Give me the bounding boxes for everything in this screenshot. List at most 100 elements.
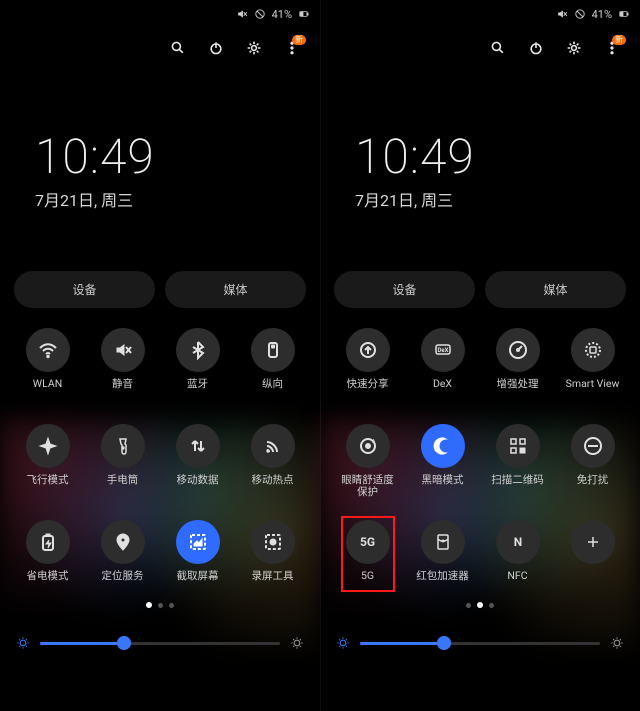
tile-moon[interactable]: 黑暗模式 xyxy=(405,424,480,498)
brightness-high-icon xyxy=(290,636,304,650)
tile-label: 省电模式 xyxy=(27,570,69,594)
wifi-icon[interactable] xyxy=(26,328,70,372)
brightness-slider[interactable] xyxy=(320,636,640,650)
hotspot-icon[interactable] xyxy=(251,424,295,468)
tile-label: 移动数据 xyxy=(177,474,219,498)
new-badge: 新 xyxy=(292,35,306,45)
clock-time: 10:49 xyxy=(35,128,285,185)
tile-eye[interactable]: 眼睛舒适度 保护 xyxy=(330,424,405,498)
settings-icon[interactable] xyxy=(566,40,582,56)
plane-icon[interactable] xyxy=(26,424,70,468)
tile-label: 免打扰 xyxy=(577,474,609,498)
tile-bluetooth[interactable]: 蓝牙 xyxy=(160,328,235,402)
nfc-icon[interactable] xyxy=(496,520,540,564)
5g-icon[interactable]: 5G xyxy=(346,520,390,564)
plus-icon[interactable] xyxy=(571,520,615,564)
tile-label: 5G xyxy=(361,570,374,594)
brightness-low-icon xyxy=(16,636,30,650)
battery-text: 41% xyxy=(592,8,612,21)
more-icon[interactable]: 新 xyxy=(284,40,300,56)
tile-battery[interactable]: 省电模式 xyxy=(10,520,85,594)
tile-torch[interactable]: 手电筒 xyxy=(85,424,160,498)
search-icon[interactable] xyxy=(490,40,506,56)
power-icon[interactable] xyxy=(208,40,224,56)
torch-icon[interactable] xyxy=(101,424,145,468)
share-icon[interactable] xyxy=(346,328,390,372)
brightness-slider[interactable] xyxy=(0,636,320,650)
no-disturb-icon xyxy=(254,8,266,20)
location-icon[interactable] xyxy=(101,520,145,564)
tile-label: 截取屏幕 xyxy=(177,570,219,594)
clock-block: 10:49 7月21日, 周三 xyxy=(320,128,640,211)
tile-location[interactable]: 定位服务 xyxy=(85,520,160,594)
tile-gauge[interactable]: 增强处理 xyxy=(480,328,555,402)
tile-label: WLAN xyxy=(33,378,62,402)
tiles-grid: 快速分享DeX 增强处理 Smart View 眼睛舒适度 保护黑暗模式扫描二维码免打… xyxy=(320,328,640,594)
tile-portrait[interactable]: 纵向 xyxy=(235,328,310,402)
page-dot xyxy=(169,603,174,608)
qr-icon[interactable] xyxy=(496,424,540,468)
media-button[interactable]: 媒体 xyxy=(485,271,626,308)
quick-panel-left: 41% 新 10:49 7月21日, 周三 设备 媒体 WLAN 静音 蓝牙 纵向飞行… xyxy=(0,0,320,711)
tile-record[interactable]: 录屏工具 xyxy=(235,520,310,594)
search-icon[interactable] xyxy=(170,40,186,56)
tile-hotspot[interactable]: 移动热点 xyxy=(235,424,310,498)
tile-label: 飞行模式 xyxy=(27,474,69,498)
dex-icon[interactable] xyxy=(421,328,465,372)
page-dot xyxy=(158,603,163,608)
settings-icon[interactable] xyxy=(246,40,262,56)
portrait-icon[interactable] xyxy=(251,328,295,372)
power-icon[interactable] xyxy=(528,40,544,56)
page-indicator xyxy=(0,598,320,612)
tile-label: Smart View xyxy=(566,378,620,402)
bluetooth-icon[interactable] xyxy=(176,328,220,372)
tile-label: 定位服务 xyxy=(102,570,144,594)
tile-label: 蓝牙 xyxy=(187,378,208,402)
tile-nfc[interactable]: NFC xyxy=(480,520,555,594)
tile-wifi[interactable]: WLAN xyxy=(10,328,85,402)
tile-dex[interactable]: DeX xyxy=(405,328,480,402)
tile-5g[interactable]: 5G5G xyxy=(330,520,405,594)
tile-data[interactable]: 移动数据 xyxy=(160,424,235,498)
slider-track[interactable] xyxy=(360,642,600,645)
tiles-grid: WLAN 静音 蓝牙 纵向飞行模式 手电筒 移动数据 移动热点省电模式 定位服务 截取屏幕 录屏工… xyxy=(0,328,320,594)
tile-share[interactable]: 快速分享 xyxy=(330,328,405,402)
battery-text: 41% xyxy=(272,8,292,21)
record-icon[interactable] xyxy=(251,520,295,564)
tile-label: 手电筒 xyxy=(107,474,139,498)
tile-qr[interactable]: 扫描二维码 xyxy=(480,424,555,498)
slider-track[interactable] xyxy=(40,642,280,645)
tile-mute[interactable]: 静音 xyxy=(85,328,160,402)
battery-icon[interactable] xyxy=(26,520,70,564)
tile-plus[interactable] xyxy=(555,520,630,594)
tile-label: 眼睛舒适度 保护 xyxy=(341,474,394,498)
tile-dnd[interactable]: 免打扰 xyxy=(555,424,630,498)
devices-button[interactable]: 设备 xyxy=(334,271,475,308)
mute-icon[interactable] xyxy=(101,328,145,372)
redpacket-icon[interactable] xyxy=(421,520,465,564)
tile-label: 增强处理 xyxy=(497,378,539,402)
tile-label: 静音 xyxy=(112,378,133,402)
data-icon[interactable] xyxy=(176,424,220,468)
page-dot xyxy=(466,603,471,608)
eye-icon[interactable] xyxy=(346,424,390,468)
tile-label: 移动热点 xyxy=(252,474,294,498)
gauge-icon[interactable] xyxy=(496,328,540,372)
tile-redpacket[interactable]: 红包加速器 xyxy=(405,520,480,594)
brightness-low-icon xyxy=(336,636,350,650)
top-icon-row: 新 xyxy=(320,28,640,68)
tile-label: 红包加速器 xyxy=(416,570,469,594)
tile-plane[interactable]: 飞行模式 xyxy=(10,424,85,498)
tile-cast[interactable]: Smart View xyxy=(555,328,630,402)
dnd-icon[interactable] xyxy=(571,424,615,468)
tile-screenshot[interactable]: 截取屏幕 xyxy=(160,520,235,594)
screenshot-icon[interactable] xyxy=(176,520,220,564)
media-button[interactable]: 媒体 xyxy=(165,271,306,308)
moon-icon[interactable] xyxy=(421,424,465,468)
more-icon[interactable]: 新 xyxy=(604,40,620,56)
quick-panel-right: 41% 新 10:49 7月21日, 周三 设备 媒体 快速分享DeX 增强处理 S… xyxy=(320,0,640,711)
cast-icon[interactable] xyxy=(571,328,615,372)
devices-button[interactable]: 设备 xyxy=(14,271,155,308)
clock-block: 10:49 7月21日, 周三 xyxy=(0,128,320,211)
tile-label: 录屏工具 xyxy=(252,570,294,594)
